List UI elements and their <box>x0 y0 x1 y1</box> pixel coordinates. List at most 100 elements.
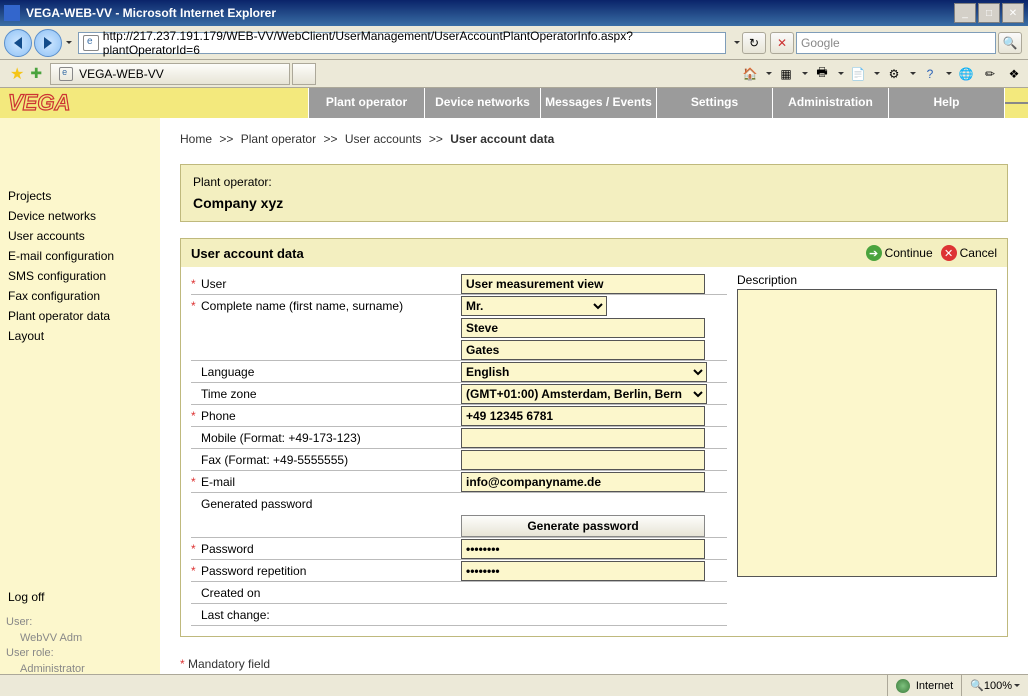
breadcrumb-sep: >> <box>323 132 337 146</box>
addon-misc-icon[interactable]: ❖ <box>1004 65 1024 83</box>
window-title: VEGA-WEB-VV - Microsoft Internet Explore… <box>26 6 954 20</box>
search-box[interactable]: Google <box>796 32 996 54</box>
stop-button[interactable]: ✕ <box>770 32 794 54</box>
maximize-button[interactable]: □ <box>978 3 1000 23</box>
sidebar-item-email-config[interactable]: E-mail configuration <box>6 246 154 266</box>
salutation-select[interactable]: Mr. <box>461 296 607 316</box>
mobile-input[interactable] <box>461 428 705 448</box>
timezone-select[interactable]: (GMT+01:00) Amsterdam, Berlin, Bern <box>461 384 707 404</box>
help-icon[interactable]: ? <box>920 65 940 83</box>
mandatory-text: Mandatory field <box>188 657 270 671</box>
nav-settings[interactable]: Settings <box>656 88 772 118</box>
sidebar-logoff[interactable]: Log off <box>6 587 154 607</box>
print-icon[interactable]: 🖶 <box>812 65 832 83</box>
mandatory-note: * Mandatory field <box>180 657 1008 671</box>
po-label: Plant operator: <box>193 175 995 189</box>
continue-icon: ➔ <box>866 245 882 261</box>
nav-history-dropdown-icon[interactable] <box>66 41 72 44</box>
forward-button[interactable] <box>34 29 62 57</box>
continue-button[interactable]: ➔ Continue <box>866 245 933 261</box>
label-password-repeat: Password repetition <box>201 562 461 580</box>
add-favorite-icon[interactable]: ✚ <box>30 65 42 82</box>
sidebar-item-user-accounts[interactable]: User accounts <box>6 226 154 246</box>
tab-title: VEGA-WEB-VV <box>79 67 164 81</box>
addon-globe-icon[interactable]: 🌐 <box>956 65 976 83</box>
breadcrumb-sep: >> <box>219 132 233 146</box>
sidebar-item-projects[interactable]: Projects <box>6 186 154 206</box>
email-input[interactable] <box>461 472 705 492</box>
address-bar[interactable]: http://217.237.191.179/WEB-VV/WebClient/… <box>78 32 726 54</box>
nav-device-networks[interactable]: Device networks <box>424 88 540 118</box>
page-dropdown-icon[interactable] <box>874 72 880 75</box>
nav-menu-icon[interactable] <box>1004 88 1028 118</box>
feeds-dropdown-icon[interactable] <box>802 72 808 75</box>
home-dropdown-icon[interactable] <box>766 72 772 75</box>
sidebar-item-fax-config[interactable]: Fax configuration <box>6 286 154 306</box>
breadcrumb-home[interactable]: Home <box>180 132 212 146</box>
breadcrumb-current: User account data <box>450 132 554 146</box>
vega-logo: VEGA <box>8 92 108 114</box>
password-input[interactable] <box>461 539 705 559</box>
sidebar-item-plant-operator-data[interactable]: Plant operator data <box>6 306 154 326</box>
back-arrow-icon <box>14 37 22 49</box>
new-tab-button[interactable] <box>292 63 316 85</box>
label-created-on: Created on <box>201 584 461 602</box>
tools-icon[interactable]: ⚙ <box>884 65 904 83</box>
fax-input[interactable] <box>461 450 705 470</box>
refresh-button[interactable]: ↻ <box>742 32 766 54</box>
addon-edit-icon[interactable]: ✏ <box>980 65 1000 83</box>
tab-page-icon <box>59 67 73 81</box>
password-repeat-input[interactable] <box>461 561 705 581</box>
nav-plant-operator[interactable]: Plant operator <box>308 88 424 118</box>
po-company: Company xyz <box>193 195 995 211</box>
url-dropdown-icon[interactable] <box>734 41 740 44</box>
page-menu-icon[interactable]: 📄 <box>848 65 868 83</box>
description-textarea[interactable] <box>737 289 997 577</box>
browser-tab[interactable]: VEGA-WEB-VV <box>50 63 290 85</box>
ie-navigation-bar: http://217.237.191.179/WEB-VV/WebClient/… <box>0 26 1028 60</box>
search-button[interactable]: 🔍 <box>998 32 1022 54</box>
sidebar-item-sms-config[interactable]: SMS configuration <box>6 266 154 286</box>
language-select[interactable]: English <box>461 362 707 382</box>
main-content: Home >> Plant operator >> User accounts … <box>160 118 1028 674</box>
label-language: Language <box>201 363 461 381</box>
feeds-icon[interactable]: ▦ <box>776 65 796 83</box>
breadcrumb-plant-operator[interactable]: Plant operator <box>241 132 316 146</box>
svg-text:VEGA: VEGA <box>8 92 70 114</box>
section-title: User account data <box>191 246 304 261</box>
first-name-input[interactable] <box>461 318 705 338</box>
user-input[interactable] <box>461 274 705 294</box>
app-nav-tabs: Plant operator Device networks Messages … <box>308 88 1004 118</box>
phone-input[interactable] <box>461 406 705 426</box>
internet-zone-icon <box>896 679 910 693</box>
nav-messages-events[interactable]: Messages / Events <box>540 88 656 118</box>
status-zoom[interactable]: 🔍 100% <box>961 675 1028 696</box>
status-zone: Internet <box>887 675 961 696</box>
label-phone: Phone <box>201 407 461 425</box>
generate-password-button[interactable]: Generate password <box>461 515 705 537</box>
tools-dropdown-icon[interactable] <box>910 72 916 75</box>
ie-tab-bar: ★ ✚ VEGA-WEB-VV 🏠 ▦ 🖶 📄 ⚙ ? 🌐 ✏ ❖ <box>0 60 1028 88</box>
app-body: Projects Device networks User accounts E… <box>0 118 1028 674</box>
nav-administration[interactable]: Administration <box>772 88 888 118</box>
sidebar-item-layout[interactable]: Layout <box>6 326 154 346</box>
surname-input[interactable] <box>461 340 705 360</box>
breadcrumb-user-accounts[interactable]: User accounts <box>345 132 422 146</box>
minimize-button[interactable]: _ <box>954 3 976 23</box>
cancel-button[interactable]: ✕ Cancel <box>941 245 997 261</box>
page-icon <box>83 35 99 51</box>
home-icon[interactable]: 🏠 <box>740 65 760 83</box>
label-user: User <box>201 275 461 293</box>
favorites-icon[interactable]: ★ <box>10 64 24 84</box>
sidebar-item-device-networks[interactable]: Device networks <box>6 206 154 226</box>
print-dropdown-icon[interactable] <box>838 72 844 75</box>
section-body: *User *Complete name (first name, surnam… <box>181 267 1007 636</box>
close-button[interactable]: ✕ <box>1002 3 1024 23</box>
nav-help[interactable]: Help <box>888 88 1004 118</box>
breadcrumb-sep: >> <box>429 132 443 146</box>
help-dropdown-icon[interactable] <box>946 72 952 75</box>
sidebar-user-info: User: WebVV Adm User role: Administrator <box>6 615 154 674</box>
continue-label: Continue <box>885 246 933 260</box>
label-timezone: Time zone <box>201 385 461 403</box>
back-button[interactable] <box>4 29 32 57</box>
